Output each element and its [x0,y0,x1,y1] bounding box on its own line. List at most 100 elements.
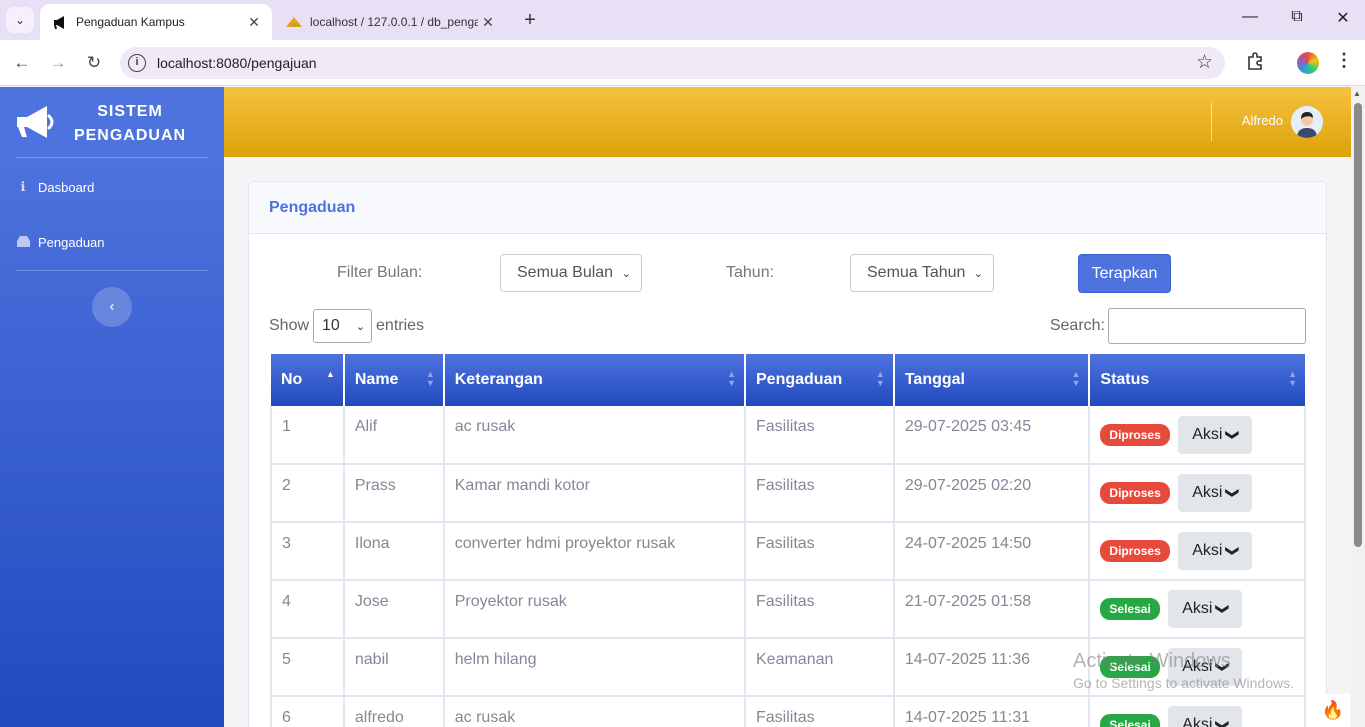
apply-filter-button[interactable]: Terapkan [1078,254,1171,293]
column-header-name[interactable]: Name ▲ ▼ [343,354,445,406]
minimize-icon[interactable]: — [1238,8,1262,32]
browser-tab-strip: ⌄ Pengaduan Kampus ✕ PMA localhost / 127… [0,0,1365,40]
aksi-label: Aksi [1182,600,1213,617]
browser-tab-inactive[interactable]: PMA localhost / 127.0.0.1 / db_pengaduan… [278,4,506,40]
show-label: Show [269,317,310,334]
cell-pengaduan: Fasilitas [745,696,895,727]
status-badge: Diproses [1100,423,1170,446]
browser-menu-icon[interactable]: ⋮ [1334,50,1354,76]
aksi-dropdown-button[interactable]: Aksi ❯ [1178,474,1253,512]
chevron-down-icon: ❯ [1225,545,1241,557]
restore-icon[interactable]: ⧉ [1285,8,1309,32]
back-icon[interactable]: ← [10,51,34,75]
user-name[interactable]: Alfredo [1242,113,1283,128]
cell-name: Ilona [343,522,445,581]
column-header-no[interactable]: No ▲ [271,354,345,406]
cell-tanggal: 29-07-2025 02:20 [893,464,1091,523]
sort-icon: ▲ ▼ [727,369,736,388]
sidebar-divider [16,157,208,158]
windows-activation-watermark: Activate Windows Go to Settings to activ… [1073,650,1294,691]
search-label: Search: [1049,317,1105,334]
filter-tahun-label: Tahun: [726,264,775,281]
column-header-keterangan[interactable]: Keterangan ▲ ▼ [443,354,747,406]
watermark-line-1: Activate Windows [1073,650,1231,672]
aksi-dropdown-button[interactable]: Aksi ❯ [1168,706,1243,727]
cell-tanggal: 14-07-2025 11:36 [893,638,1091,697]
filter-tahun-select[interactable]: Semua Tahun ⌄ [850,254,994,292]
search-input[interactable] [1108,308,1306,344]
status-badge: Selesai [1100,598,1160,620]
site-info-icon[interactable]: i [128,54,146,72]
close-window-icon[interactable]: ✕ [1331,8,1355,32]
page-scrollbar[interactable]: ▲ [1351,87,1365,727]
cell-pengaduan: Fasilitas [745,580,895,639]
url-omnibox[interactable]: i localhost:8080/pengajuan ☆ [120,47,1225,79]
cell-pengaduan: Fasilitas [745,406,895,465]
aksi-label: Aksi [1192,484,1223,501]
table-row: 1 Alif ac rusak Fasilitas 29-07-2025 03:… [270,406,1306,465]
chevron-down-icon: ⌄ [973,267,983,280]
new-tab-icon[interactable]: + [518,9,542,31]
topbar-divider [1211,103,1212,141]
brand-line-2: PENGADUAN [73,127,187,144]
cell-no: 5 [270,638,345,697]
column-header-tanggal[interactable]: Tanggal ▲ ▼ [893,354,1091,406]
flame-icon[interactable]: 🔥 [1316,694,1350,727]
url-text[interactable]: localhost:8080/pengajuan [157,55,317,71]
column-header-pengaduan[interactable]: Pengaduan ▲ ▼ [745,354,895,406]
aksi-dropdown-button[interactable]: Aksi ❯ [1168,590,1243,628]
browser-tab-active[interactable]: Pengaduan Kampus ✕ [40,4,272,40]
cell-keterangan: converter hdmi proyektor rusak [443,522,747,581]
phpmyadmin-icon: PMA [286,14,302,30]
table-row: 2 Prass Kamar mandi kotor Fasilitas 29-0… [270,464,1306,523]
profile-avatar-icon[interactable] [1297,52,1319,74]
status-badge: Selesai [1100,714,1160,727]
aksi-dropdown-button[interactable]: Aksi ❯ [1178,532,1253,570]
cell-tanggal: 24-07-2025 14:50 [893,522,1091,581]
tab-search-icon[interactable]: ⌄ [6,7,34,33]
sidebar-toggle-button[interactable]: ‹ [92,287,132,327]
cell-name: Jose [343,580,445,639]
cell-status: Selesai Aksi ❯ [1089,696,1306,727]
filter-bulan-select[interactable]: Semua Bulan ⌄ [500,254,642,292]
column-header-status[interactable]: Status ▲ ▼ [1089,354,1305,406]
cell-status: Diproses Aksi ❯ [1089,522,1306,581]
reload-icon[interactable]: ↻ [82,51,106,75]
entries-length-control: Show 10 ⌄ entries [269,309,424,343]
address-bar: ← → ↻ i localhost:8080/pengajuan ☆ [0,40,1365,86]
sidebar-item-dasboard[interactable]: ℹ Dasboard [16,179,95,195]
sidebar-item-label: Dasboard [38,179,95,195]
aksi-label: Aksi [1192,542,1223,559]
chevron-down-icon: ❯ [1215,603,1231,615]
chevron-down-icon: ⌄ [621,267,631,280]
aksi-dropdown-button[interactable]: Aksi ❯ [1178,415,1253,454]
sort-asc-icon: ▲ [325,369,335,379]
cell-keterangan: helm hilang [443,638,747,697]
extensions-icon[interactable] [1244,52,1266,74]
close-tab-icon[interactable]: ✕ [478,14,498,31]
brand-line-1: SISTEM [97,103,163,120]
status-badge: Diproses [1100,482,1170,504]
cell-no: 1 [270,406,345,465]
filter-bulan-label: Filter Bulan: [337,264,423,281]
sidebar-brand[interactable]: SISTEM PENGADUAN [0,87,224,157]
user-avatar[interactable] [1291,106,1323,138]
cell-keterangan: ac rusak [443,696,747,727]
cell-name: Alif [343,406,445,465]
table-header-row: No ▲ Name ▲ ▼ Keterangan ▲ ▼ Pengaduan ▲ ▼ Tang… [271,354,1305,406]
entries-select[interactable]: 10 ⌄ [313,309,373,343]
scroll-up-icon[interactable]: ▲ [1353,89,1361,98]
cell-tanggal: 14-07-2025 11:31 [893,696,1091,727]
pengaduan-card: Pengaduan Filter Bulan: Semua Bulan ⌄ Ta… [248,181,1327,727]
sidebar-divider [16,270,208,271]
forward-icon[interactable]: → [46,51,70,75]
cell-no: 2 [270,464,345,523]
cell-no: 6 [270,696,345,727]
aksi-label: Aksi [1182,716,1213,727]
sidebar-item-pengaduan[interactable]: Pengaduan [16,235,105,250]
scrollbar-thumb[interactable] [1354,103,1362,547]
svg-text:PMA: PMA [289,23,300,28]
close-tab-icon[interactable]: ✕ [244,14,264,31]
sidebar: SISTEM PENGADUAN ℹ Dasboard Pengaduan ‹ [0,87,224,727]
bookmark-star-icon[interactable]: ☆ [1196,51,1213,74]
